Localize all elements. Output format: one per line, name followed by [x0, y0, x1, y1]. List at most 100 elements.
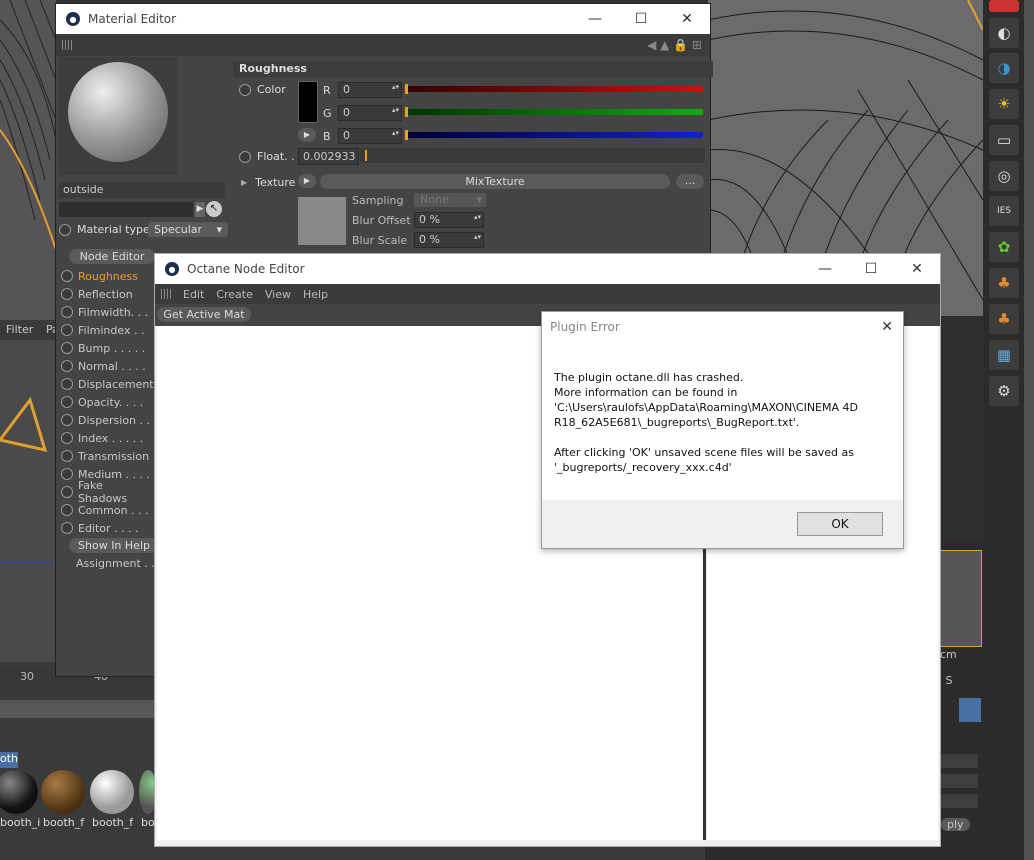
node-editor-titlebar[interactable]: ● Octane Node Editor — ☐ ✕ — [155, 254, 940, 284]
radio-icon[interactable] — [61, 306, 73, 318]
b-input[interactable]: 0 ▴▾ — [338, 128, 402, 144]
channel-item[interactable]: Reflection — [59, 285, 155, 303]
menu-edit[interactable]: Edit — [183, 288, 204, 301]
sun-icon[interactable]: ☀ — [989, 89, 1019, 119]
radio-icon[interactable] — [59, 223, 71, 236]
radio-icon[interactable] — [61, 396, 73, 408]
target-icon[interactable]: ◎ — [989, 161, 1019, 191]
radio-icon[interactable] — [61, 468, 73, 480]
blur-offset-input[interactable]: 0 % ▴▾ — [414, 212, 484, 228]
channel-item[interactable]: Fake Shadows — [59, 479, 155, 505]
material-name-field[interactable]: outside — [59, 182, 225, 198]
r-slider-handle[interactable] — [405, 84, 408, 94]
radio-icon[interactable] — [61, 504, 73, 516]
menu-help[interactable]: Help — [303, 288, 328, 301]
channel-item[interactable]: Common . . . — [59, 501, 155, 519]
radio-icon[interactable] — [61, 288, 73, 300]
b-slider[interactable] — [405, 132, 703, 138]
material-editor-titlebar[interactable]: ● Material Editor — ☐ ✕ — [56, 4, 710, 34]
grip-icon[interactable] — [161, 289, 171, 299]
timeline-scrollbar[interactable] — [0, 700, 160, 718]
menu-view[interactable]: View — [265, 288, 291, 301]
float-slider-handle[interactable] — [365, 150, 367, 161]
filter-label[interactable]: Filter — [6, 323, 33, 336]
channel-item[interactable]: Dispersion . . — [59, 411, 155, 429]
field[interactable] — [940, 794, 978, 808]
play-icon[interactable]: ▶ — [298, 174, 316, 188]
minimize-button[interactable]: — — [802, 261, 848, 277]
rectangle-light-icon[interactable]: ▭ — [989, 125, 1019, 155]
g-slider-handle[interactable] — [405, 107, 408, 117]
material-search-field[interactable] — [59, 202, 193, 217]
stepper-icon[interactable]: ▴▾ — [474, 213, 481, 221]
channel-item[interactable]: Bump . . . . . — [59, 339, 155, 357]
ok-button[interactable]: OK — [797, 512, 883, 536]
r-slider[interactable] — [405, 86, 703, 92]
float-input[interactable]: 0.002933 — [298, 148, 359, 165]
circle-half-icon[interactable]: ◐ — [989, 18, 1019, 48]
float-slider[interactable] — [360, 148, 705, 163]
radio-icon[interactable] — [61, 414, 73, 426]
arrow-right-icon[interactable]: ▶ — [195, 202, 205, 217]
channel-item[interactable]: Opacity. . . . — [59, 393, 155, 411]
material-tab[interactable]: oth — [0, 752, 18, 768]
tree-icon[interactable]: ♣ — [989, 268, 1019, 298]
g-slider[interactable] — [405, 109, 703, 115]
texture-more-button[interactable]: ... — [676, 174, 704, 189]
maximize-button[interactable]: ☐ — [848, 261, 894, 277]
grip-icon[interactable] — [62, 40, 72, 50]
channel-item[interactable]: Filmwidth. . . — [59, 303, 155, 321]
navigation-icons[interactable]: ◀ ▲ 🔒 ⊞ — [647, 38, 702, 52]
radio-icon[interactable] — [61, 522, 73, 534]
assignment-item[interactable]: Assignment . . . — [76, 557, 162, 570]
sampling-select[interactable]: None ▾ — [414, 193, 486, 207]
stepper-icon[interactable]: ▴▾ — [392, 129, 399, 137]
channel-item[interactable]: Index . . . . . — [59, 429, 155, 447]
node-editor-button[interactable]: Node Editor — [69, 249, 155, 264]
channel-item[interactable]: Editor . . . . — [59, 519, 155, 537]
r-input[interactable]: 0 ▴▾ — [338, 82, 402, 98]
material-thumbnail[interactable] — [41, 770, 85, 814]
settings-icon[interactable]: ⚙ — [989, 376, 1019, 406]
film-clapper-icon[interactable]: ▦ — [989, 340, 1019, 370]
material-thumbnail[interactable] — [90, 770, 134, 814]
radio-icon[interactable] — [61, 450, 73, 462]
gear-green-icon[interactable]: ✿ — [989, 232, 1019, 262]
pointer-icon[interactable]: ↖ — [206, 201, 222, 217]
minimize-button[interactable]: — — [572, 11, 618, 27]
radio-icon[interactable] — [61, 324, 73, 336]
stepper-icon[interactable]: ▴▾ — [392, 83, 399, 91]
circle-half-filled-icon[interactable]: ◑ — [989, 53, 1019, 83]
field[interactable] — [940, 774, 978, 788]
channel-item[interactable]: Normal . . . . — [59, 357, 155, 375]
radio-icon[interactable] — [61, 360, 73, 372]
radio-icon[interactable] — [239, 83, 251, 96]
color-swatch[interactable] — [298, 81, 318, 123]
blur-scale-input[interactable]: 0 % ▴▾ — [414, 232, 484, 248]
get-active-mat-button[interactable]: Get Active Mat — [157, 307, 251, 322]
film-icon[interactable] — [959, 698, 981, 722]
tree-icon[interactable]: ♣ — [989, 304, 1019, 334]
expand-arrow-icon[interactable]: ▶ — [241, 178, 247, 187]
stepper-icon[interactable]: ▴▾ — [474, 233, 481, 241]
channel-item[interactable]: Displacement — [59, 375, 155, 393]
viewport-lower[interactable] — [0, 340, 56, 662]
b-slider-handle[interactable] — [405, 130, 408, 140]
radio-icon[interactable] — [61, 342, 73, 354]
close-button[interactable]: ✕ — [664, 11, 710, 27]
apply-button[interactable]: ply — [941, 818, 970, 831]
material-type-select[interactable]: Specular ▾ — [148, 222, 228, 237]
channel-item[interactable]: Filmindex . . — [59, 321, 155, 339]
radio-icon[interactable] — [61, 270, 73, 282]
texture-button[interactable]: MixTexture — [320, 174, 670, 189]
ies-light-icon[interactable]: IES — [989, 196, 1019, 226]
g-input[interactable]: 0 ▴▾ — [338, 105, 402, 121]
maximize-button[interactable]: ☐ — [618, 11, 664, 27]
viewport-left[interactable] — [0, 0, 57, 320]
close-icon[interactable]: ✕ — [881, 319, 893, 335]
radio-icon[interactable] — [239, 150, 251, 163]
play-icon[interactable]: ▶ — [298, 128, 316, 142]
record-icon[interactable] — [989, 0, 1019, 12]
close-button[interactable]: ✕ — [894, 261, 940, 277]
radio-icon[interactable] — [61, 486, 73, 498]
